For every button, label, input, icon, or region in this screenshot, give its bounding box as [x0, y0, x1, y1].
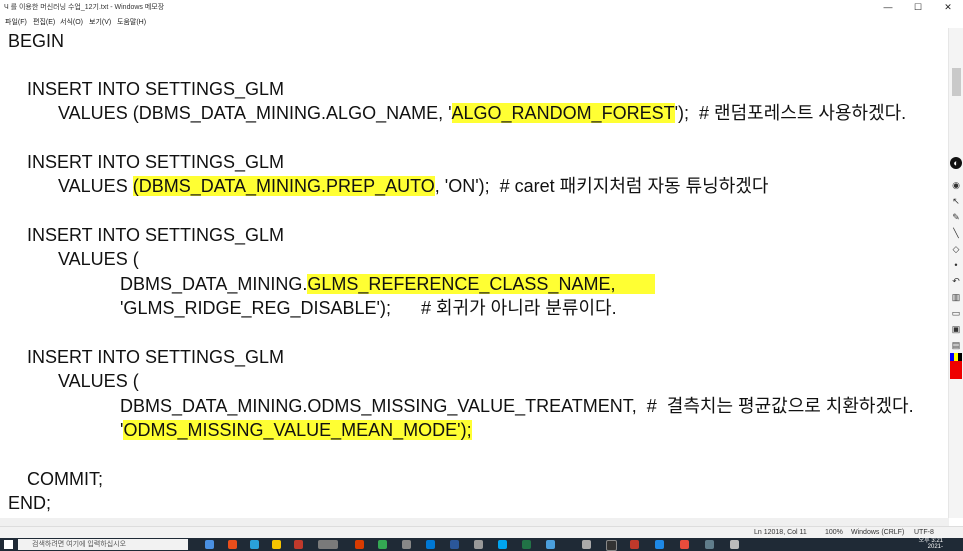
maximize-button[interactable]: ☐ [903, 0, 933, 15]
zoom-level: 100% [825, 529, 843, 536]
menu-help[interactable]: 도움말(H) [117, 17, 146, 27]
annotation-toolbar: ◐ ◉ ↖ ✎ ╲ ◇ • ↶ ▥ ▭ ▣ ▤ [949, 155, 963, 381]
taskbar-app-icon[interactable] [294, 540, 303, 549]
code-text: VALUES [58, 176, 133, 196]
code-line: INSERT INTO SETTINGS_GLM [27, 347, 285, 367]
encoding: UTF-8 [914, 529, 934, 536]
cursor-position: Ln 12018, Col 11 [754, 529, 807, 536]
taskbar-app-icon[interactable] [498, 540, 507, 549]
clipboard-icon[interactable]: ▤ [950, 339, 962, 351]
monitor-icon[interactable]: ▭ [950, 307, 962, 319]
code-line: INSERT INTO SETTINGS_GLM [27, 79, 285, 99]
taskbar-app-icon[interactable] [730, 540, 739, 549]
close-button[interactable]: ✕ [933, 0, 963, 15]
code-text: '); # 랜덤포레스트 사용하겠다. [674, 103, 907, 123]
red-color-swatch[interactable] [950, 361, 962, 379]
menu-view[interactable]: 보기(V) [89, 17, 111, 27]
code-line: INSERT INTO SETTINGS_GLM [27, 225, 285, 245]
code-line: VALUES ( [58, 371, 139, 391]
taskbar-app-icon[interactable] [450, 540, 459, 549]
code-text: , 'ON'); # caret 패키지처럼 자동 튜닝하겠다 [434, 176, 769, 196]
menu-format[interactable]: 서식(O) [60, 17, 83, 27]
highlighted-text: GLMS_REFERENCE_CLASS_NAME, [307, 274, 656, 294]
menu-file[interactable]: 파일(F) [5, 17, 27, 27]
line-ending: Windows (CRLF) [851, 529, 905, 536]
code-line: COMMIT; [27, 469, 103, 489]
code-line: INSERT INTO SETTINGS_GLM [27, 152, 285, 172]
code-line: 'GLMS_RIDGE_REG_DISABLE'); # 회귀가 아니라 분류이… [120, 298, 617, 318]
taskbar-app-icon[interactable] [705, 540, 714, 549]
window-title: Ч 를 이용한 머신러닝 수업_12기.txt - Windows 메모장 [4, 4, 165, 11]
taskbar-app-icon[interactable] [402, 540, 411, 549]
taskbar-app-icon[interactable] [680, 540, 689, 549]
terminal-icon[interactable] [606, 540, 617, 551]
system-clock[interactable]: 오후 3:21 2021- [919, 538, 943, 550]
code-line: DBMS_DATA_MINING.ODMS_MISSING_VALUE_TREA… [120, 396, 914, 416]
minimize-button[interactable]: — [873, 0, 903, 15]
code-text: DBMS_DATA_MINING. [120, 274, 308, 294]
taskbar-app-icon[interactable] [426, 540, 435, 549]
taskbar-app-icon[interactable] [355, 540, 364, 549]
taskbar-app-icon[interactable] [522, 540, 531, 549]
undo-icon[interactable]: ↶ [950, 275, 962, 287]
camera-icon[interactable]: ▣ [950, 323, 962, 335]
code-line: BEGIN [8, 31, 65, 51]
highlighted-text: ALGO_RANDOM_FOREST [451, 103, 675, 123]
notepad-app-icon[interactable] [318, 540, 338, 549]
code-line: VALUES ( [58, 249, 139, 269]
taskbar-app-icon[interactable] [546, 540, 555, 549]
menu-bar: 파일(F) 편집(E) 서식(O) 보기(V) 도움말(H) [0, 15, 963, 28]
dot-icon[interactable]: • [950, 259, 962, 271]
clock-date: 2021- [927, 544, 943, 550]
folder-icon[interactable] [272, 540, 281, 549]
highlighted-text: (DBMS_DATA_MINING.PREP_AUTO [132, 176, 435, 196]
code-line: VALUES (DBMS_DATA_MINING.PREP_AUTO, 'ON'… [58, 175, 768, 197]
pointer-icon[interactable]: ↖ [950, 195, 962, 207]
line-icon[interactable]: ╲ [950, 227, 962, 239]
code-line: VALUES (DBMS_DATA_MINING.ALGO_NAME, 'ALG… [58, 102, 906, 124]
taskbar-app-icon[interactable] [250, 540, 259, 549]
code-line: DBMS_DATA_MINING.GLMS_REFERENCE_CLASS_NA… [120, 273, 656, 295]
taskbar-app-icon[interactable] [228, 540, 237, 549]
taskbar: 검색하려면 여기에 입력하십시오 오후 3:21 2021- [0, 538, 963, 551]
taskbar-app-icon[interactable] [474, 540, 483, 549]
color-palette-icon[interactable] [950, 353, 962, 361]
title-bar: Ч 를 이용한 머신러닝 수업_12기.txt - Windows 메모장 — … [0, 0, 963, 15]
taskbar-app-icon[interactable] [655, 540, 664, 549]
app-logo-icon[interactable]: ◐ [950, 157, 962, 169]
start-icon[interactable] [4, 540, 13, 549]
text-editor[interactable]: BEGIN INSERT INTO SETTINGS_GLM VALUES (D… [0, 28, 950, 518]
pen-icon[interactable]: ✎ [950, 211, 962, 223]
taskbar-app-icon[interactable] [582, 540, 591, 549]
eraser-icon[interactable]: ◇ [950, 243, 962, 255]
trash-icon[interactable]: ▥ [950, 291, 962, 303]
eye-icon[interactable]: ◉ [950, 179, 962, 191]
task-view-icon[interactable] [205, 540, 214, 549]
taskbar-search[interactable]: 검색하려면 여기에 입력하십시오 [18, 539, 188, 550]
code-text: VALUES (DBMS_DATA_MINING.ALGO_NAME, ' [58, 103, 452, 123]
window-edge [0, 100, 3, 110]
code-line: 'ODMS_MISSING_VALUE_MEAN_MODE'); [120, 419, 472, 441]
scroll-thumb[interactable] [952, 68, 961, 96]
menu-edit[interactable]: 편집(E) [33, 17, 55, 27]
taskbar-app-icon[interactable] [630, 540, 639, 549]
horizontal-scrollbar[interactable] [0, 518, 949, 526]
code-line: END; [8, 493, 52, 513]
taskbar-app-icon[interactable] [378, 540, 387, 549]
highlighted-text: ODMS_MISSING_VALUE_MEAN_MODE'); [123, 420, 472, 440]
